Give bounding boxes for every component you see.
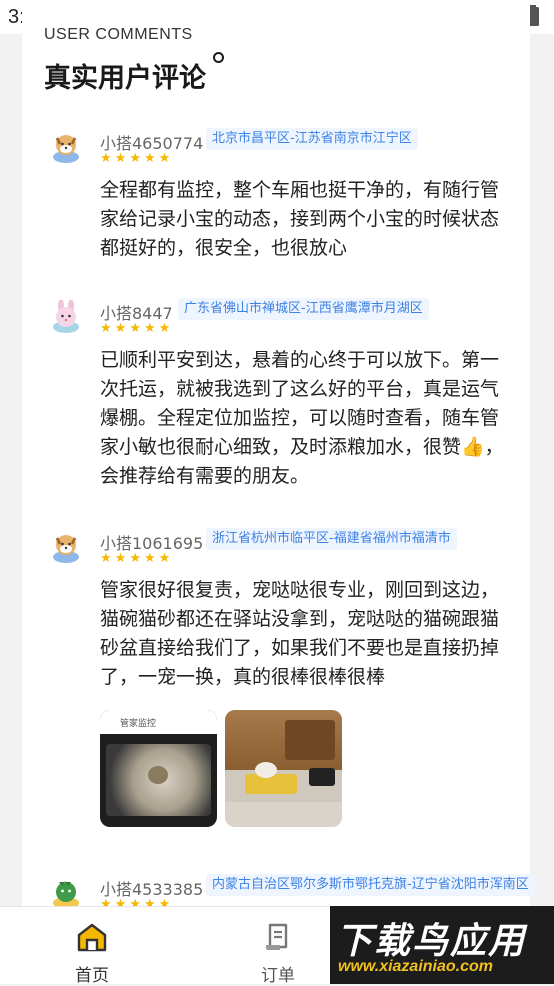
review-text: 全程都有监控，整个车厢也挺干净的，有随行管家给记录小宝的动态，接到两个小宝的时候… xyxy=(100,179,500,259)
rating-stars: ★ ★ ★ ★ ★ xyxy=(100,322,170,335)
avatar-rabbit-icon xyxy=(53,300,79,333)
star-icon: ★ xyxy=(158,321,171,336)
section-title-text: 真实用户评论 xyxy=(44,63,206,94)
star-icon: ★ xyxy=(114,151,127,166)
watermark-logo: 下载鸟应用 www.xiazainiao.com xyxy=(330,906,554,984)
star-icon: ★ xyxy=(158,551,171,566)
review-photos: 管家监控 xyxy=(100,710,342,827)
section-subtitle: USER COMMENTS xyxy=(44,26,193,43)
tab-home-label: 首页 xyxy=(75,966,109,986)
rating-stars: ★ ★ ★ ★ ★ xyxy=(100,552,170,565)
review-route-tag: 内蒙古自治区鄂尔多斯市鄂托克旗-辽宁省沈阳市浑南区 xyxy=(206,874,535,896)
star-icon: ★ xyxy=(129,321,141,336)
tab-home[interactable]: 首页 xyxy=(32,907,152,986)
star-icon: ★ xyxy=(114,321,127,336)
star-icon: ★ xyxy=(100,551,112,566)
photo-caption: 管家监控 xyxy=(120,719,157,729)
star-icon: ★ xyxy=(143,321,156,336)
tab-orders-label: 订单 xyxy=(261,966,295,986)
star-icon: ★ xyxy=(129,551,141,566)
review-route-tag: 北京市昌平区-江苏省南京市江宁区 xyxy=(206,128,418,150)
star-icon: ★ xyxy=(158,151,171,166)
star-icon: ★ xyxy=(129,151,141,166)
rating-stars: ★ ★ ★ ★ ★ xyxy=(100,152,170,165)
star-icon: ★ xyxy=(114,551,127,566)
star-icon: ★ xyxy=(100,321,112,336)
review-route-tag: 广东省佛山市禅城区-江西省鹰潭市月湖区 xyxy=(178,298,429,320)
section-title: 真实用户评论 xyxy=(44,52,224,95)
star-icon: ★ xyxy=(143,151,156,166)
title-decoration-icon xyxy=(213,52,224,63)
review-text: 已顺利平安到达，悬着的心终于可以放下。第一次托运，就被我选到了这么好的平台，真是… xyxy=(100,349,504,487)
review-text: 管家很好很复责，宠哒哒很专业，刚回到这边，猫碗猫砂都还在驿站没拿到，宠哒哒的猫碗… xyxy=(100,579,500,688)
review-photo-monitor[interactable]: 管家监控 xyxy=(100,710,217,827)
avatar-dinosaur-icon xyxy=(53,881,79,909)
home-icon xyxy=(77,923,107,952)
star-icon: ★ xyxy=(143,551,156,566)
avatar-dog-icon xyxy=(53,135,79,163)
orders-icon xyxy=(266,923,288,950)
tab-orders[interactable]: 订单 xyxy=(218,907,338,986)
watermark-en: www.xiazainiao.com xyxy=(338,958,494,975)
avatar-dog-icon xyxy=(53,535,79,563)
watermark-cn: 下载鸟应用 xyxy=(336,921,527,962)
star-icon: ★ xyxy=(100,151,112,166)
review-photo-cat[interactable] xyxy=(225,710,342,827)
review-route-tag: 浙江省杭州市临平区-福建省福州市福清市 xyxy=(206,528,457,550)
